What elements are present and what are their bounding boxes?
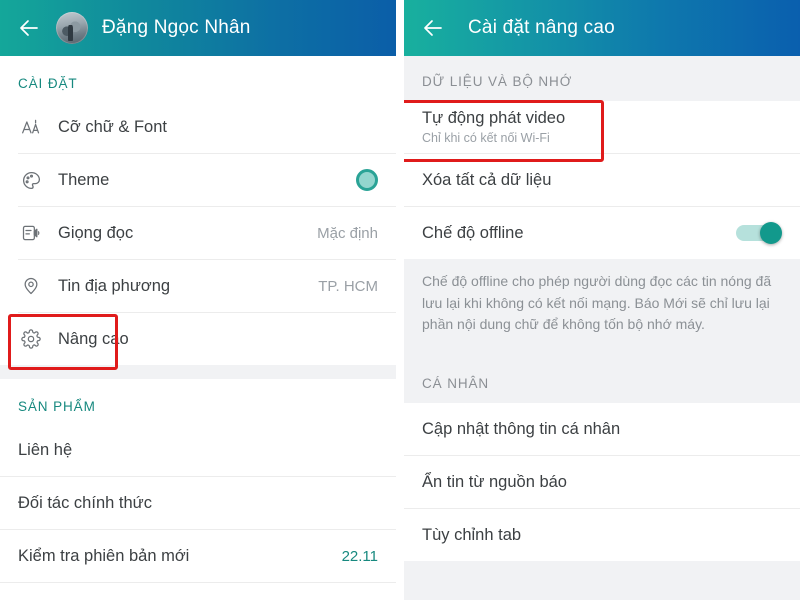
- settings-item-label: Chế độ offline: [422, 223, 524, 242]
- section-header-notifications: THÔNG BÁO CHUNG: [404, 585, 800, 600]
- settings-item-label: Cập nhật thông tin cá nhân: [422, 419, 621, 438]
- avatar[interactable]: [56, 12, 88, 44]
- settings-item-autoplay-video[interactable]: Tự động phát video Chỉ khi có kết nối Wi…: [404, 101, 800, 153]
- sidebar-item-font-size[interactable]: Cỡ chữ & Font: [0, 101, 396, 153]
- offline-mode-toggle[interactable]: [736, 222, 782, 244]
- font-size-icon: [18, 114, 44, 140]
- right-screen: Cài đặt nâng cao DỮ LIỆU VÀ BỘ NHỚ Tự độ…: [404, 0, 800, 600]
- sidebar-item-value: TP. HCM: [318, 277, 378, 295]
- settings-item-clear-data[interactable]: Xóa tất cả dữ liệu: [404, 154, 800, 206]
- settings-item-label: Ẩn tin từ nguồn báo: [422, 472, 567, 491]
- page-title: Đặng Ngọc Nhân: [102, 17, 251, 38]
- sidebar-item-contact[interactable]: Liên hệ: [0, 424, 396, 476]
- section-header-data-storage: DỮ LIỆU VÀ BỘ NHỚ: [404, 56, 800, 101]
- left-screen: Đặng Ngọc Nhân CÀI ĐẶT Cỡ chữ & Font The…: [0, 0, 396, 600]
- back-arrow-icon[interactable]: [14, 13, 44, 43]
- sidebar-item-label: Cỡ chữ & Font: [58, 117, 167, 136]
- sidebar-item-theme[interactable]: Theme: [0, 154, 396, 206]
- settings-item-offline-mode[interactable]: Chế độ offline: [404, 207, 800, 259]
- sidebar-item-local-news[interactable]: Tin địa phương TP. HCM: [0, 260, 396, 312]
- settings-item-customize-tab[interactable]: Tùy chỉnh tab: [404, 509, 800, 562]
- settings-item-label: Xóa tất cả dữ liệu: [422, 170, 552, 189]
- screen-gap: [396, 0, 404, 600]
- app-version-value: 22.11: [341, 547, 378, 565]
- sidebar-item-value: Mặc định: [317, 224, 378, 242]
- settings-item-label: Tự động phát video: [422, 109, 566, 127]
- sidebar-item-label: Nâng cao: [58, 329, 129, 348]
- right-appbar: Cài đặt nâng cao: [404, 0, 800, 56]
- divider: [0, 582, 396, 583]
- location-pin-icon: [18, 273, 44, 299]
- settings-item-label: Tùy chỉnh tab: [422, 525, 522, 544]
- sidebar-item-label: Liên hệ: [18, 440, 73, 459]
- sidebar-item-label: Giọng đọc: [58, 223, 134, 242]
- sidebar-item-label: Tin địa phương: [58, 276, 171, 295]
- offline-mode-info-text: Chế độ offline cho phép người dùng đọc c…: [422, 273, 772, 333]
- settings-item-subtitle: Chỉ khi có kết nối Wi-Fi: [422, 131, 550, 145]
- section-header-personal: CÁ NHÂN: [404, 358, 800, 404]
- back-arrow-icon[interactable]: [418, 13, 448, 43]
- toggle-knob: [760, 222, 782, 244]
- offline-mode-info-block: Chế độ offline cho phép người dùng đọc c…: [404, 259, 800, 359]
- section-separator-band: [0, 365, 396, 379]
- theme-color-swatch[interactable]: [356, 169, 378, 191]
- settings-item-update-profile[interactable]: Cập nhật thông tin cá nhân: [404, 403, 800, 456]
- settings-item-hide-sources[interactable]: Ẩn tin từ nguồn báo: [404, 456, 800, 509]
- page-title: Cài đặt nâng cao: [468, 17, 615, 38]
- dual-screen-container: Đặng Ngọc Nhân CÀI ĐẶT Cỡ chữ & Font The…: [0, 0, 800, 600]
- left-appbar: Đặng Ngọc Nhân: [0, 0, 396, 56]
- sidebar-item-check-update[interactable]: Kiểm tra phiên bản mới 22.11: [0, 530, 396, 582]
- gear-icon: [18, 326, 44, 352]
- sidebar-item-label: Theme: [58, 170, 110, 189]
- sidebar-item-voice[interactable]: Giọng đọc Mặc định: [0, 207, 396, 259]
- text-to-speech-icon: [18, 220, 44, 246]
- section-header-san-pham: SẢN PHẨM: [18, 399, 96, 414]
- section-separator-band: [404, 561, 800, 586]
- sidebar-item-advanced[interactable]: Nâng cao: [0, 313, 396, 365]
- section-header-cai-dat: CÀI ĐẶT: [18, 76, 78, 91]
- sidebar-item-label: Kiểm tra phiên bản mới: [18, 546, 190, 565]
- sidebar-item-label: Đối tác chính thức: [18, 493, 152, 512]
- settings-item-text: Tự động phát video Chỉ khi có kết nối Wi…: [422, 109, 782, 145]
- sidebar-item-partners[interactable]: Đối tác chính thức: [0, 477, 396, 529]
- palette-icon: [18, 167, 44, 193]
